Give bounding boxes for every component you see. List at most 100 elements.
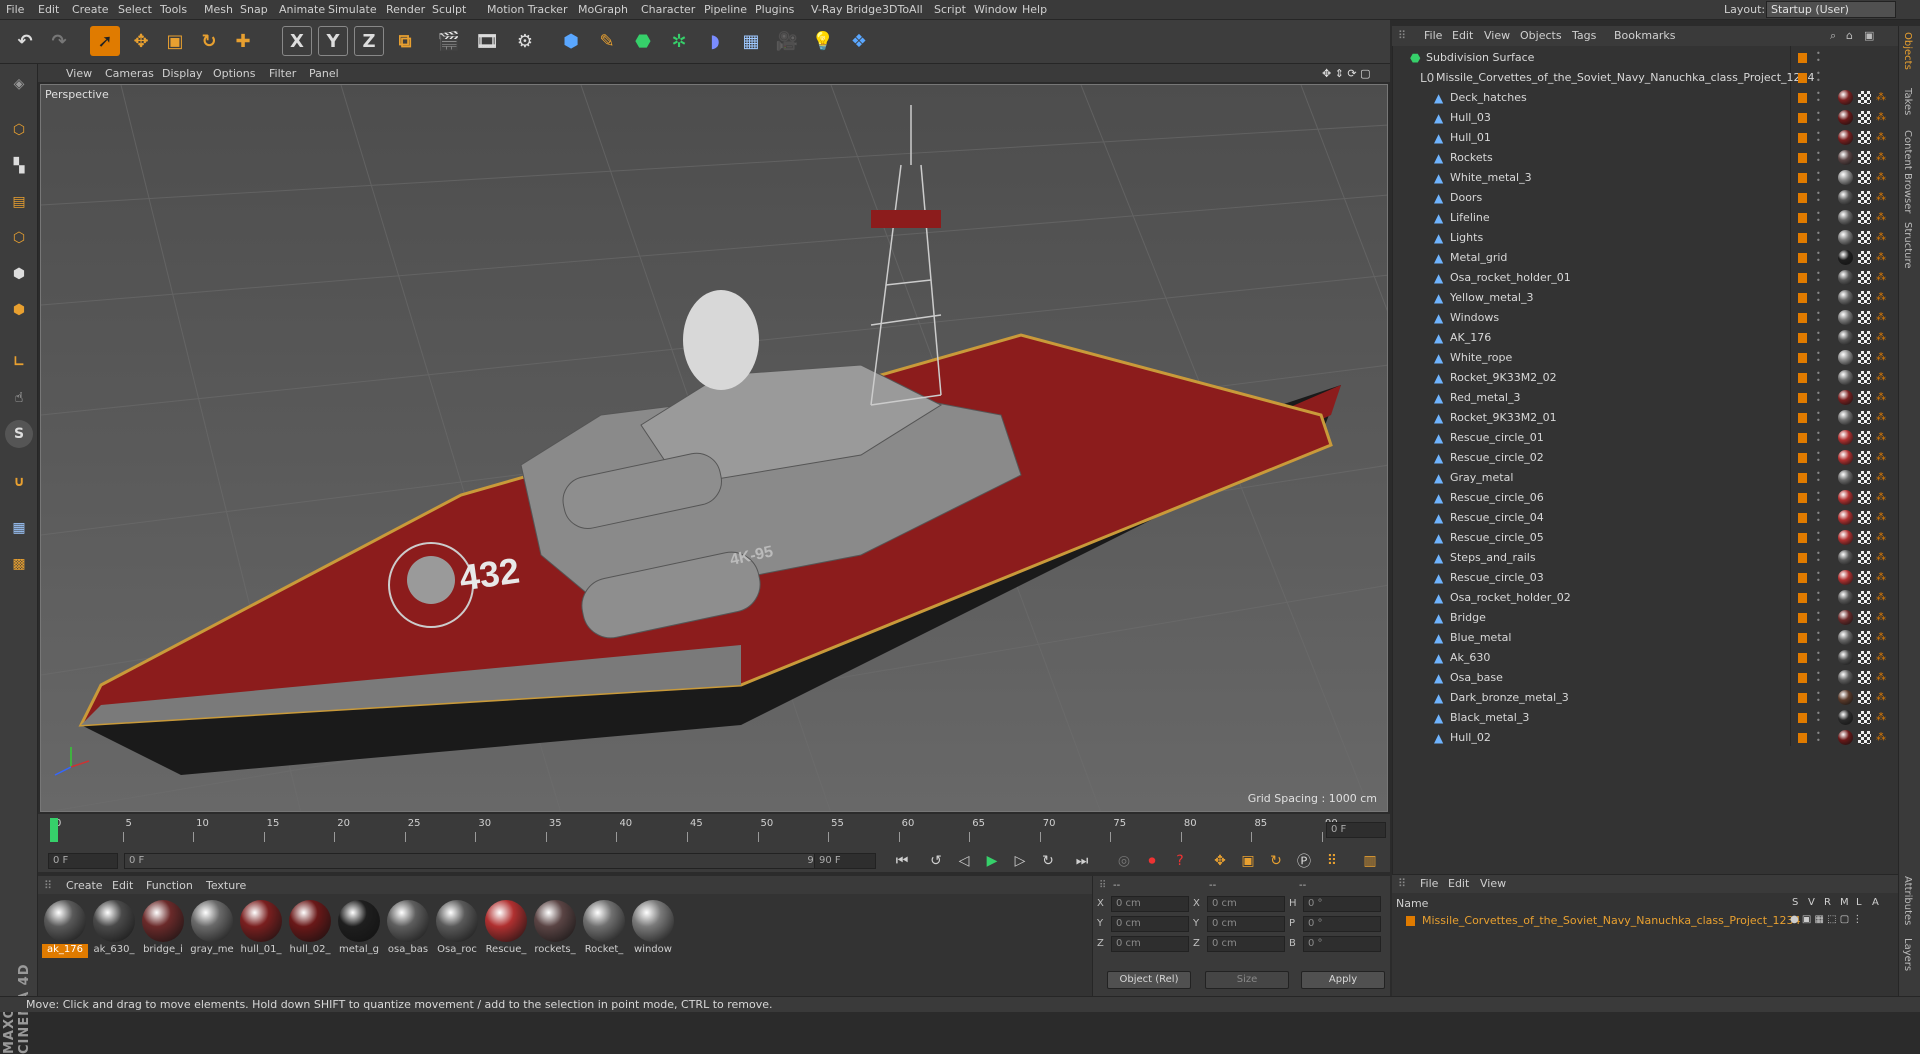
obj-home-icon[interactable]: ⌂ [1846, 29, 1853, 42]
obj-search-icon[interactable]: ⌕ [1830, 29, 1836, 43]
object-row[interactable]: ▲ Rescue_circle_05 • • ⁂ [1396, 528, 1894, 548]
material-tag-icon[interactable] [1838, 650, 1853, 665]
axis-mode-icon[interactable]: ∟ [5, 348, 33, 376]
snap-icon[interactable]: S [5, 420, 33, 448]
layer-color-swatch[interactable] [1798, 53, 1807, 63]
y-axis-lock-icon[interactable]: Y [318, 26, 348, 56]
visibility-dots[interactable]: • • [1816, 490, 1821, 506]
obj-nav-icon[interactable]: ▣ [1864, 29, 1874, 42]
layer-color-swatch[interactable] [1798, 373, 1807, 383]
material-swatch[interactable]: metal_g [336, 900, 382, 958]
menu-render[interactable]: Render [386, 3, 425, 16]
uvw-tag-icon[interactable] [1858, 551, 1871, 564]
array-generator-icon[interactable]: ✲ [664, 26, 694, 56]
material-tag-icon[interactable] [1838, 690, 1853, 705]
record-keys-icon[interactable]: ⏺ [1140, 852, 1164, 870]
phong-tag-icon[interactable]: ⁂ [1876, 132, 1886, 143]
layer-color-swatch[interactable] [1798, 413, 1807, 423]
visibility-dots[interactable]: • • [1816, 170, 1821, 186]
object-row[interactable]: ▲ White_metal_3 • • ⁂ [1396, 168, 1894, 188]
phong-tag-icon[interactable]: ⁂ [1876, 212, 1886, 223]
layer-color-swatch[interactable] [1798, 433, 1807, 443]
viewport-menu-cameras[interactable]: Cameras [105, 67, 154, 80]
tab-takes[interactable]: Takes [1902, 88, 1913, 115]
material-swatch[interactable]: hull_01_ [238, 900, 284, 958]
visibility-dots[interactable]: • • [1816, 450, 1821, 466]
prev-frame-icon[interactable]: ◁ [952, 852, 976, 870]
menu-file[interactable]: File [6, 3, 24, 16]
menu-edit[interactable]: Edit [38, 3, 59, 16]
material-swatch[interactable]: osa_bas [385, 900, 431, 958]
add-tool-icon[interactable]: ✚ [228, 26, 258, 56]
material-tag-icon[interactable] [1838, 370, 1853, 385]
layer-color-swatch[interactable] [1798, 573, 1807, 583]
material-swatch[interactable]: window [630, 900, 676, 958]
material-tag-icon[interactable] [1838, 470, 1853, 485]
phong-tag-icon[interactable]: ⁂ [1876, 692, 1886, 703]
phong-tag-icon[interactable]: ⁂ [1876, 672, 1886, 683]
model-mode-icon[interactable]: ⬡ [5, 116, 33, 144]
uvw-tag-icon[interactable] [1858, 331, 1871, 344]
object-row[interactable]: ▲ Deck_hatches • • ⁂ [1396, 88, 1894, 108]
visibility-dots[interactable]: • • [1816, 290, 1821, 306]
material-tag-icon[interactable] [1838, 410, 1853, 425]
visibility-dots[interactable]: • • [1816, 390, 1821, 406]
floor-icon[interactable]: ▦ [736, 26, 766, 56]
coord-field[interactable]: 0 ° [1303, 936, 1381, 952]
uvw-tag-icon[interactable] [1858, 131, 1871, 144]
material-swatch[interactable]: rockets_ [532, 900, 578, 958]
phong-tag-icon[interactable]: ⁂ [1876, 172, 1886, 183]
object-row[interactable]: ▲ Gray_metal • • ⁂ [1396, 468, 1894, 488]
layer-row[interactable]: Missile_Corvettes_of_the_Soviet_Navy_Nan… [1392, 913, 1898, 929]
uvw-tag-icon[interactable] [1858, 711, 1871, 724]
uvw-tag-icon[interactable] [1858, 291, 1871, 304]
uvw-tag-icon[interactable] [1858, 691, 1871, 704]
coord-field[interactable]: 0 cm [1207, 916, 1285, 932]
visibility-dots[interactable]: • • [1816, 350, 1821, 366]
material-tag-icon[interactable] [1838, 390, 1853, 405]
scale-tool-icon[interactable]: ▣ [160, 26, 190, 56]
visibility-dots[interactable]: • • [1816, 530, 1821, 546]
texture-mode-icon[interactable]: ▚ [5, 152, 33, 180]
uvw-tag-icon[interactable] [1858, 251, 1871, 264]
material-tag-icon[interactable] [1838, 270, 1853, 285]
goto-start-icon[interactable]: ⏮ [890, 852, 914, 870]
visibility-dots[interactable]: • • [1816, 50, 1821, 66]
obj-menu-bookmarks[interactable]: Bookmarks [1614, 29, 1675, 42]
material-tag-icon[interactable] [1838, 90, 1853, 105]
uvw-tag-icon[interactable] [1858, 231, 1871, 244]
menu-select[interactable]: Select [118, 3, 152, 16]
layer-color-swatch[interactable] [1798, 693, 1807, 703]
phong-tag-icon[interactable]: ⁂ [1876, 552, 1886, 563]
phong-tag-icon[interactable]: ⁂ [1876, 732, 1886, 743]
edges-mode-icon[interactable]: ⬢ [5, 260, 33, 288]
object-row[interactable]: ▲ Windows • • ⁂ [1396, 308, 1894, 328]
layer-color-swatch[interactable] [1798, 113, 1807, 123]
object-row[interactable]: ▲ Yellow_metal_3 • • ⁂ [1396, 288, 1894, 308]
object-row[interactable]: ▲ Metal_grid • • ⁂ [1396, 248, 1894, 268]
material-swatch[interactable]: ak_630_ [91, 900, 137, 958]
object-row[interactable]: ▲ Rescue_circle_03 • • ⁂ [1396, 568, 1894, 588]
material-tag-icon[interactable] [1838, 190, 1853, 205]
object-row[interactable]: ▲ Rockets • • ⁂ [1396, 148, 1894, 168]
layer-color-swatch[interactable] [1798, 653, 1807, 663]
redo-icon[interactable]: ↷ [44, 26, 74, 56]
layer-color-swatch[interactable] [1798, 333, 1807, 343]
layer-color-swatch[interactable] [1798, 353, 1807, 363]
render-settings-icon[interactable]: ⚙ [510, 26, 540, 56]
phong-tag-icon[interactable]: ⁂ [1876, 252, 1886, 263]
uvw-tag-icon[interactable] [1858, 91, 1871, 104]
object-row[interactable]: ▲ Hull_02 • • ⁂ [1396, 728, 1894, 748]
coord-field[interactable]: 0 cm [1111, 896, 1189, 912]
coord-field[interactable]: 0 cm [1207, 896, 1285, 912]
uvw-tag-icon[interactable] [1858, 371, 1871, 384]
layer-toggle-icons[interactable]: ● ▣ ▦ ⬚ ▢ ⋮ [1790, 914, 1862, 925]
layer-color-swatch[interactable] [1798, 233, 1807, 243]
phong-tag-icon[interactable]: ⁂ [1876, 512, 1886, 523]
object-row[interactable]: ▲ Black_metal_3 • • ⁂ [1396, 708, 1894, 728]
menu-mesh[interactable]: Mesh [204, 3, 233, 16]
viewport-menu-display[interactable]: Display [162, 67, 203, 80]
uvw-tag-icon[interactable] [1858, 611, 1871, 624]
material-tag-icon[interactable] [1838, 670, 1853, 685]
viewport-menu-view[interactable]: View [66, 67, 92, 80]
